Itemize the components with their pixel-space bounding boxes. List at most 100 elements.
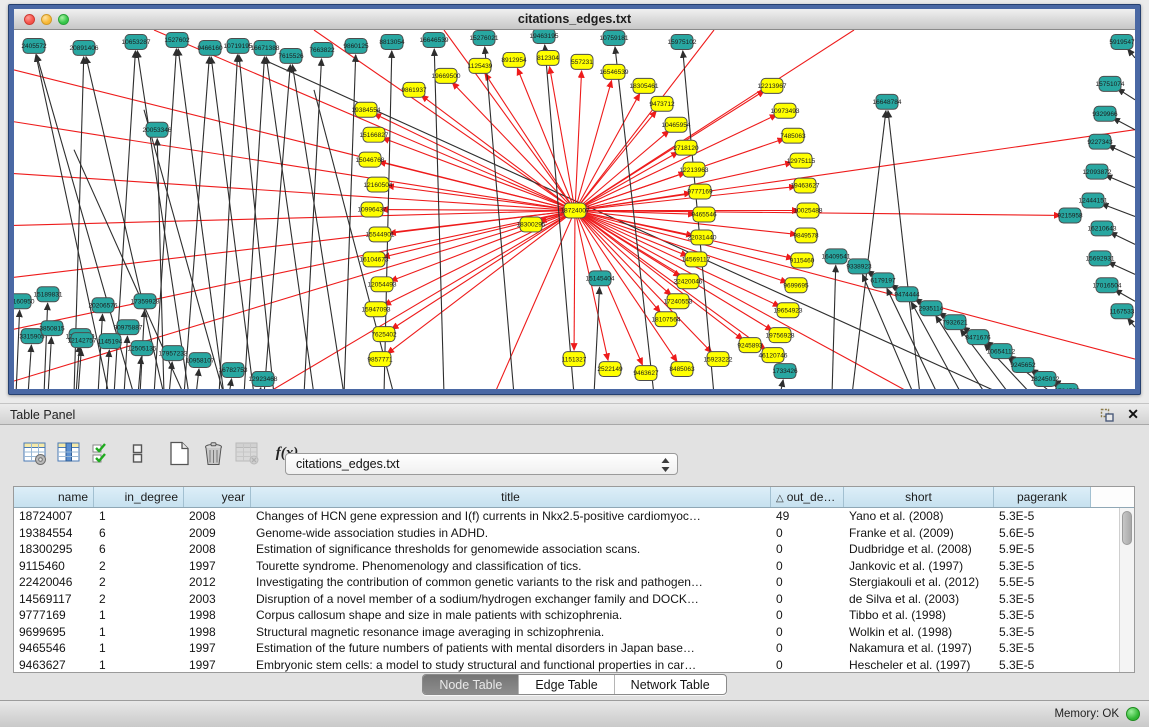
graph-node[interactable]: 17957233 xyxy=(159,346,188,361)
graph-node[interactable]: 18107564 xyxy=(652,312,681,327)
graph-node[interactable]: 90975887 xyxy=(114,320,143,335)
graph-node[interactable]: 12160504 xyxy=(364,177,393,192)
graph-node[interactable]: 1733426 xyxy=(772,364,798,379)
graph-node[interactable]: 9227343 xyxy=(1087,134,1113,149)
graph-node[interactable]: 9857771 xyxy=(367,352,393,367)
graph-node[interactable]: 9245652 xyxy=(1010,358,1036,373)
select-columns-button[interactable] xyxy=(52,436,86,470)
graph-node[interactable]: 812304 xyxy=(537,50,559,65)
graph-node[interactable]: 12093872 xyxy=(1083,164,1112,179)
graph-node[interactable]: 9699695 xyxy=(783,278,809,293)
graph-node[interactable]: 17359928 xyxy=(131,294,160,309)
table-row[interactable]: 969969511998Structural magnetic resonanc… xyxy=(14,624,1134,641)
graph-node[interactable]: 9861937 xyxy=(401,82,427,97)
scrollbar-thumb[interactable] xyxy=(1122,511,1132,545)
graph-node[interactable]: 6179197 xyxy=(870,273,896,288)
graph-node[interactable]: 15166827 xyxy=(360,127,389,142)
graph-node[interactable]: 7625402 xyxy=(371,327,397,342)
graph-node[interactable]: 557231 xyxy=(571,54,593,69)
graph-node[interactable]: 14569117 xyxy=(682,252,711,267)
graph-node[interactable]: 15751074 xyxy=(1096,76,1125,91)
graph-node[interactable]: 12975115 xyxy=(787,153,816,168)
tab-edge-table[interactable]: Edge Table xyxy=(518,675,613,694)
graph-node[interactable]: 2718120 xyxy=(673,140,699,155)
graph-node[interactable]: 7932621 xyxy=(942,315,968,330)
graph-node[interactable]: 10719195 xyxy=(224,38,253,53)
graph-node[interactable]: 10759181 xyxy=(600,30,629,45)
graph-node[interactable]: 15145404 xyxy=(586,271,615,286)
graph-node[interactable]: 16646539 xyxy=(420,32,449,47)
window-titlebar[interactable]: citations_edges.txt xyxy=(14,9,1135,30)
graph-node[interactable]: 19669500 xyxy=(432,68,461,83)
graph-node[interactable]: 3850815 xyxy=(39,321,65,336)
graph-node[interactable]: 12142757 xyxy=(68,333,97,348)
graph-node[interactable]: 2405572 xyxy=(21,38,47,53)
graph-node[interactable]: 1167533 xyxy=(1110,304,1135,319)
graph-node[interactable]: 15923222 xyxy=(704,352,733,367)
graph-node[interactable]: 12213963 xyxy=(680,162,709,177)
graph-node[interactable]: 7615526 xyxy=(278,48,304,63)
graph-node[interactable]: 12505135 xyxy=(128,341,157,356)
graph-node[interactable]: 20206576 xyxy=(89,298,118,313)
float-panel-icon[interactable] xyxy=(1100,408,1115,423)
graph-node[interactable]: 20053346 xyxy=(143,122,172,137)
vertical-scrollbar[interactable] xyxy=(1119,508,1134,672)
graph-node[interactable]: 20891406 xyxy=(70,40,99,55)
graph-node[interactable]: 19463627 xyxy=(791,178,820,193)
network-graph[interactable]: 1872400719384554151668271504676812160504… xyxy=(14,30,1135,389)
graph-node[interactable]: 17240553 xyxy=(664,294,693,309)
graph-node[interactable]: 18305461 xyxy=(630,78,659,93)
table-row[interactable]: 1938455462009Genome-wide association stu… xyxy=(14,525,1134,542)
graph-node[interactable]: 19463195 xyxy=(530,30,559,43)
new-table-button[interactable] xyxy=(162,436,196,470)
column-header-out_de[interactable]: △out_de… xyxy=(771,487,844,507)
graph-node[interactable]: 10654112 xyxy=(987,344,1016,359)
graph-node[interactable]: 9860125 xyxy=(343,38,369,53)
graph-node[interactable]: 10653287 xyxy=(122,34,151,49)
graph-node[interactable]: 10465954 xyxy=(662,117,691,132)
graph-node[interactable]: 18245012 xyxy=(1031,372,1060,387)
graph-node[interactable]: 2935114 xyxy=(919,301,944,316)
table-settings-button[interactable] xyxy=(18,436,52,470)
graph-node[interactable]: 9466160 xyxy=(197,40,223,55)
select-rows-button[interactable] xyxy=(86,436,120,470)
graph-node[interactable]: 9115460 xyxy=(790,253,815,268)
graph-node[interactable]: 16782753 xyxy=(219,363,248,378)
graph-node[interactable]: 9245893 xyxy=(737,338,763,353)
graph-node[interactable]: 16104673 xyxy=(360,252,389,267)
column-header-title[interactable]: title xyxy=(251,487,771,507)
graph-node[interactable]: 17016504 xyxy=(1093,278,1122,293)
graph-node[interactable]: 15947093 xyxy=(362,302,391,317)
graph-node[interactable]: 19384554 xyxy=(352,102,381,117)
graph-node[interactable]: 16210643 xyxy=(1088,221,1117,236)
graph-node[interactable]: 7663822 xyxy=(309,42,335,57)
graph-node[interactable]: 5919547 xyxy=(1109,34,1135,49)
graph-node[interactable]: 9215958 xyxy=(1057,208,1083,223)
graph-node[interactable]: 16671388 xyxy=(251,40,280,55)
close-panel-icon[interactable]: ✕ xyxy=(1127,406,1139,423)
table-row[interactable]: 1872400712008Changes of HCN gene express… xyxy=(14,508,1134,525)
delete-button[interactable] xyxy=(196,436,230,470)
graph-node[interactable]: 16546539 xyxy=(600,64,629,79)
graph-node[interactable]: 15975102 xyxy=(668,34,697,49)
graph-node[interactable]: 1125439 xyxy=(468,58,493,73)
table-row[interactable]: 1456911722003Disruption of a novel membe… xyxy=(14,591,1134,608)
table-row[interactable]: 2242004622012Investigating the contribut… xyxy=(14,574,1134,591)
graph-node[interactable]: 8485063 xyxy=(669,362,695,377)
column-header-short[interactable]: short xyxy=(844,487,994,507)
table-row[interactable]: 946554611997Estimation of the future num… xyxy=(14,640,1134,657)
graph-node[interactable]: 1145194 xyxy=(98,334,123,349)
graph-node[interactable]: 9463627 xyxy=(633,366,659,381)
graph-node[interactable]: 9473712 xyxy=(649,96,675,111)
graph-node[interactable]: 8813054 xyxy=(379,34,405,49)
graph-node[interactable]: 15544901 xyxy=(366,227,395,242)
column-header-year[interactable]: year xyxy=(184,487,251,507)
graph-node[interactable]: 1151327 xyxy=(562,352,587,367)
graph-node[interactable]: 10996437 xyxy=(358,202,387,217)
graph-node[interactable]: 12213967 xyxy=(758,78,787,93)
graph-node[interactable]: 12054493 xyxy=(368,277,397,292)
tab-node-table[interactable]: Node Table xyxy=(423,675,518,694)
graph-node[interactable]: 12444151 xyxy=(1079,193,1108,208)
graph-node[interactable]: 9474444 xyxy=(894,287,920,302)
graph-node[interactable]: 15276021 xyxy=(470,30,499,45)
